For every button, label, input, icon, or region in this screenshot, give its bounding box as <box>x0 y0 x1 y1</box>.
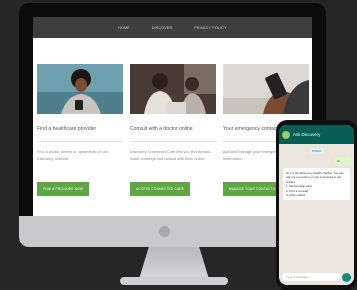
incoming-message: Hi, I'm the Discovery Health chatbot. Yo… <box>283 168 350 201</box>
phone-screen: Ask Discovery TODAY Hi Hi, I'm the Disco… <box>279 125 354 285</box>
find-provider-button[interactable]: FIND A PROVIDER NOW <box>37 182 90 196</box>
monitor-stand <box>139 247 209 279</box>
card-title: Find a healthcare provider <box>37 126 97 132</box>
avatar[interactable] <box>282 130 290 139</box>
site-nav: HOME DISCOVER PRIVACY POLICY <box>33 17 312 38</box>
card-text: Find a doctor, dentist or optometrist on… <box>37 150 109 161</box>
people-with-laptop-photo <box>130 64 216 114</box>
divider <box>37 141 123 142</box>
chat-name: Ask Discovery <box>293 132 321 137</box>
card-text: Discovery Connected Care lets you find d… <box>130 150 212 161</box>
nav-item-discover[interactable]: DISCOVER <box>152 26 172 30</box>
card-title: Consult with a doctor online <box>130 126 193 132</box>
smartphone: Ask Discovery TODAY Hi Hi, I'm the Disco… <box>276 120 357 290</box>
mic-icon[interactable] <box>342 273 351 282</box>
hand-holding-phone-photo <box>223 64 309 114</box>
message-text: Hi, I'm the Discovery Health chatbot. Yo… <box>286 171 344 184</box>
chat-header: Ask Discovery <box>279 125 354 144</box>
nav-item-privacy[interactable]: PRIVACY POLICY <box>194 26 226 30</box>
card-find-provider: Find a healthcare provider Find a doctor… <box>37 64 123 196</box>
monitor-base <box>120 277 228 285</box>
monitor-screen: HOME DISCOVER PRIVACY POLICY Find a heal… <box>33 17 312 216</box>
nav-item-home[interactable]: HOME <box>118 26 130 30</box>
brand-logo-icon <box>159 226 170 237</box>
date-chip: TODAY <box>309 148 324 154</box>
option-3: 3. Claim status <box>286 193 306 198</box>
message-input[interactable]: Type a message <box>282 273 341 281</box>
connected-care-button[interactable]: ACCESS CONNECTED CARE <box>130 182 191 196</box>
divider <box>130 141 216 142</box>
woman-with-phone-photo <box>37 64 123 114</box>
card-consult: Consult with a doctor online Discovery C… <box>130 64 216 196</box>
manage-contacts-button[interactable]: MANAGE YOUR CONTACTS <box>223 182 282 196</box>
card-row: Find a healthcare provider Find a doctor… <box>33 38 312 196</box>
outgoing-message: Hi <box>334 157 351 165</box>
